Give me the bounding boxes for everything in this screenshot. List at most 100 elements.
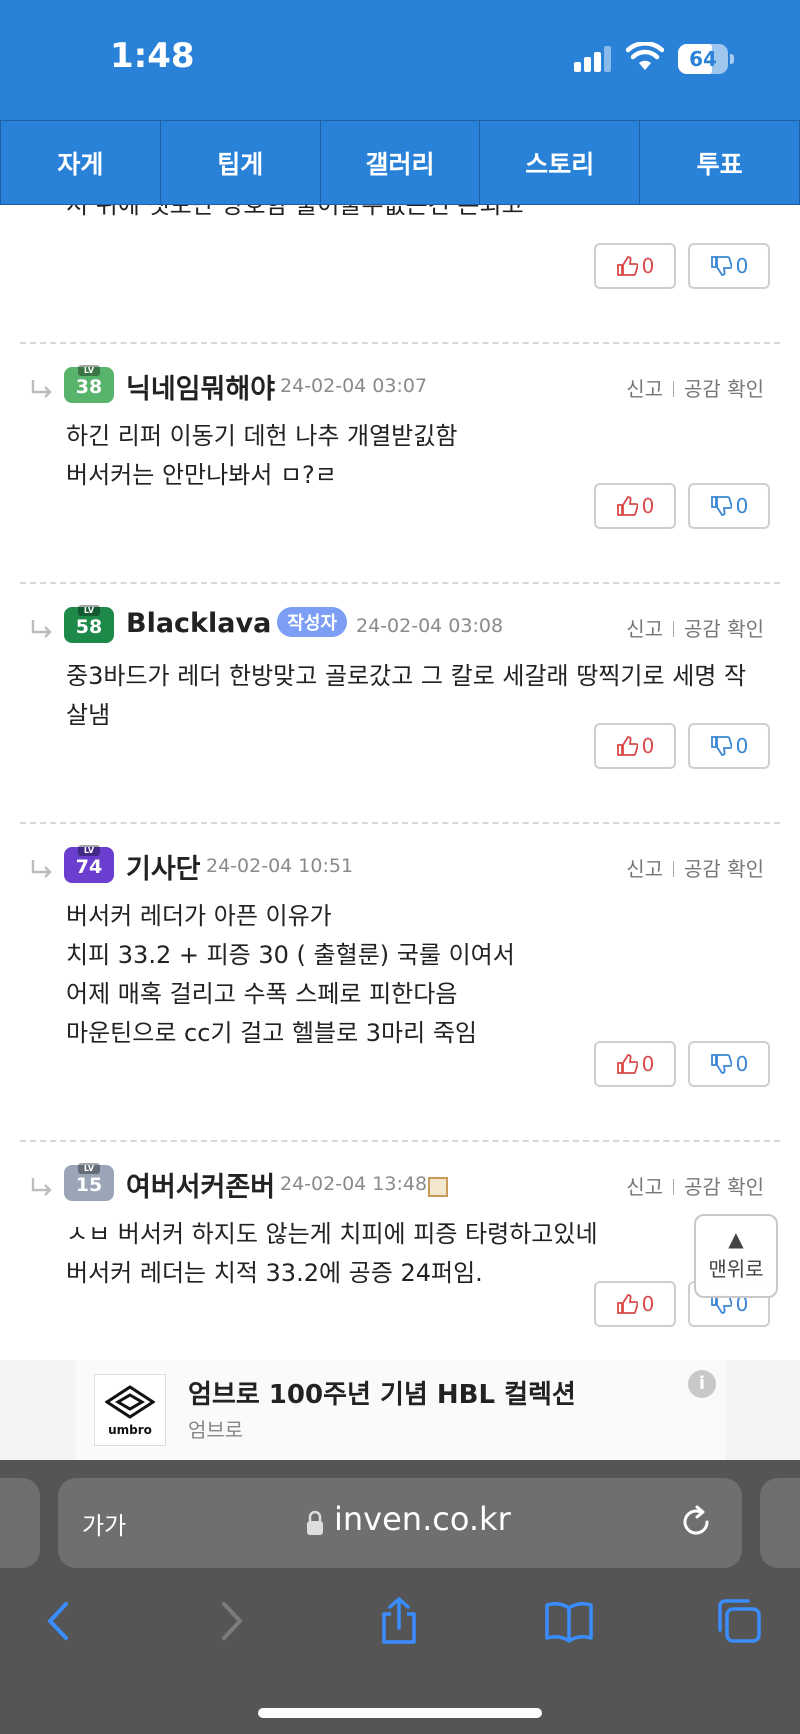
likes-check-link[interactable]: 공감 확인 <box>684 857 764 881</box>
upvote-count: 0 <box>641 494 655 518</box>
tab-gallery[interactable]: 갤러리 <box>320 120 481 205</box>
comment-nickname[interactable]: 닉네임뭐해야 <box>126 367 275 406</box>
thumbs-down-icon <box>710 1054 732 1074</box>
thumbs-up-icon <box>616 496 638 516</box>
comment-item: LV 38 닉네임뭐해야 24-02-04 03:07 신고 공감 확인 하긴 리퍼… <box>0 365 800 607</box>
tabs-icon[interactable] <box>714 1596 764 1646</box>
share-icon[interactable] <box>374 1596 424 1646</box>
scroll-to-top-label: 맨위로 <box>708 1257 764 1281</box>
downvote-button[interactable]: 0 <box>688 243 770 289</box>
ad-info-icon[interactable]: i <box>688 1370 716 1398</box>
battery-level: 64 <box>689 47 717 71</box>
comment-actions: 신고 공감 확인 <box>626 853 764 882</box>
comment-item: LV 15 여버서커존버 24-02-04 13:48 신고 공감 확인 ㅅㅂ 버서… <box>0 1163 800 1360</box>
comment-date: 24-02-04 13:48 <box>280 1173 428 1195</box>
level-badge: LV 38 <box>64 365 114 403</box>
home-indicator <box>258 1708 542 1718</box>
comment-nickname[interactable]: Blacklava 작성자 <box>126 607 347 639</box>
cellular-signal-icon <box>574 46 611 72</box>
thumbs-down-icon <box>710 496 732 516</box>
tab-tip-board[interactable]: 팁게 <box>160 120 321 205</box>
comment-item: LV 74 기사단 24-02-04 10:51 신고 공감 확인 버서커 레더가 … <box>0 845 800 1167</box>
lock-icon <box>307 1510 323 1535</box>
upvote-count: 0 <box>641 1292 655 1316</box>
comment-actions: 신고 공감 확인 <box>626 613 764 642</box>
divider <box>20 582 780 584</box>
upvote-button[interactable]: 0 <box>594 483 676 529</box>
thumbs-up-icon <box>616 736 638 756</box>
header: 1:48 64 자게 팁게 갤러리 스토리 투표 <box>0 0 800 205</box>
tab-story[interactable]: 스토리 <box>480 120 641 205</box>
ad-title: 엄브로 100주년 기념 HBL 컬렉션 <box>188 1380 576 1410</box>
browser-toolbar: 가가 inven.co.kr <box>0 1460 800 1734</box>
report-mark-icon <box>428 1177 448 1197</box>
comment-actions: 신고 공감 확인 <box>626 1171 764 1200</box>
upvote-button[interactable]: 0 <box>594 1041 676 1087</box>
thumbs-up-icon <box>616 256 638 276</box>
page-settings-button[interactable]: 가가 <box>82 1506 126 1541</box>
author-badge: 작성자 <box>277 607 347 637</box>
level-badge: LV 58 <box>64 605 114 643</box>
report-link[interactable]: 신고 <box>626 377 663 401</box>
downvote-button[interactable]: 0 <box>688 1041 770 1087</box>
battery-icon: 64 <box>678 44 734 74</box>
umbro-logo: umbro <box>94 1374 166 1446</box>
report-link[interactable]: 신고 <box>626 1175 663 1199</box>
upvote-button[interactable]: 0 <box>594 243 676 289</box>
back-icon[interactable] <box>34 1596 84 1646</box>
previous-tab-preview[interactable] <box>0 1478 40 1568</box>
downvote-count: 0 <box>735 254 749 278</box>
bookmarks-icon[interactable] <box>544 1596 594 1646</box>
next-tab-preview[interactable] <box>760 1478 800 1568</box>
thumbs-down-icon <box>710 736 732 756</box>
wifi-icon <box>626 42 664 70</box>
url-text: inven.co.kr <box>334 1500 511 1538</box>
comment-actions: 신고 공감 확인 <box>626 373 764 402</box>
likes-check-link[interactable]: 공감 확인 <box>684 377 764 401</box>
reply-arrow-icon <box>31 1178 52 1196</box>
reply-arrow-icon <box>31 860 52 878</box>
board-tabs: 자게 팁게 갤러리 스토리 투표 <box>0 120 800 205</box>
upvote-count: 0 <box>641 1052 655 1076</box>
ad-banner: umbro 엄브로 100주년 기념 HBL 컬렉션 엄브로 i <box>0 1360 800 1460</box>
thumbs-down-icon <box>710 256 732 276</box>
likes-check-link[interactable]: 공감 확인 <box>684 1175 764 1199</box>
ad-advertiser: 엄브로 <box>188 1418 244 1442</box>
comment-date: 24-02-04 03:08 <box>356 615 504 637</box>
address-bar[interactable]: 가가 inven.co.kr <box>58 1478 742 1568</box>
downvote-count: 0 <box>735 734 749 758</box>
thumbs-up-icon <box>616 1054 638 1074</box>
downvote-button[interactable]: 0 <box>688 483 770 529</box>
tab-free-board[interactable]: 자게 <box>0 120 161 205</box>
level-badge: LV 74 <box>64 845 114 883</box>
reload-icon[interactable] <box>678 1504 714 1540</box>
comment-list: 서 위에 셋보단 양호함 풀어줄수없는건 돈되고 0 0 LV 38 닉네임뭐해야… <box>0 205 800 1360</box>
tab-vote[interactable]: 투표 <box>640 120 800 205</box>
scroll-to-top-button[interactable]: ▲ 맨위로 <box>694 1214 778 1298</box>
divider <box>20 342 780 344</box>
ad-card[interactable]: umbro 엄브로 100주년 기념 HBL 컬렉션 엄브로 i <box>76 1360 726 1460</box>
comment-date: 24-02-04 03:07 <box>280 375 428 397</box>
comment-item: LV 58 Blacklava 작성자 24-02-04 03:08 신고 공감 확인… <box>0 605 800 847</box>
downvote-count: 0 <box>735 494 749 518</box>
divider <box>20 1140 780 1142</box>
upvote-button[interactable]: 0 <box>594 723 676 769</box>
comment-body-partial: 서 위에 셋보단 양호함 풀어줄수없는건 돈되고 <box>66 205 524 219</box>
upvote-button[interactable]: 0 <box>594 1281 676 1327</box>
downvote-button[interactable]: 0 <box>688 723 770 769</box>
reply-arrow-icon <box>31 620 52 638</box>
upvote-count: 0 <box>641 254 655 278</box>
thumbs-up-icon <box>616 1294 638 1314</box>
comment-nickname[interactable]: 여버서커존버 <box>126 1165 275 1204</box>
status-time: 1:48 <box>110 36 195 76</box>
report-link[interactable]: 신고 <box>626 617 663 641</box>
report-link[interactable]: 신고 <box>626 857 663 881</box>
upvote-count: 0 <box>641 734 655 758</box>
forward-icon[interactable] <box>206 1596 256 1646</box>
comment-date: 24-02-04 10:51 <box>206 855 354 877</box>
up-arrow-icon: ▲ <box>728 1227 744 1251</box>
comment-nickname[interactable]: 기사단 <box>126 847 201 886</box>
divider <box>20 822 780 824</box>
likes-check-link[interactable]: 공감 확인 <box>684 617 764 641</box>
reply-arrow-icon <box>31 380 52 398</box>
